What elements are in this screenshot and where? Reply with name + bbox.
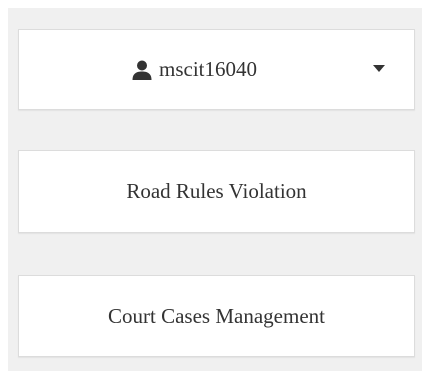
menu-item-label: Court Cases Management [108, 303, 325, 328]
menu-item-road-rules-violation[interactable]: Road Rules Violation [18, 150, 415, 233]
user-menu-dropdown[interactable]: mscit16040 [18, 29, 415, 110]
caret-down-icon[interactable] [373, 65, 385, 72]
menu-item-court-cases-management[interactable]: Court Cases Management [18, 275, 415, 357]
user-icon [132, 60, 152, 80]
username-label: mscit16040 [159, 57, 257, 81]
menu-item-label: Road Rules Violation [126, 179, 307, 203]
user-menu-label-group: mscit16040 [131, 30, 257, 109]
